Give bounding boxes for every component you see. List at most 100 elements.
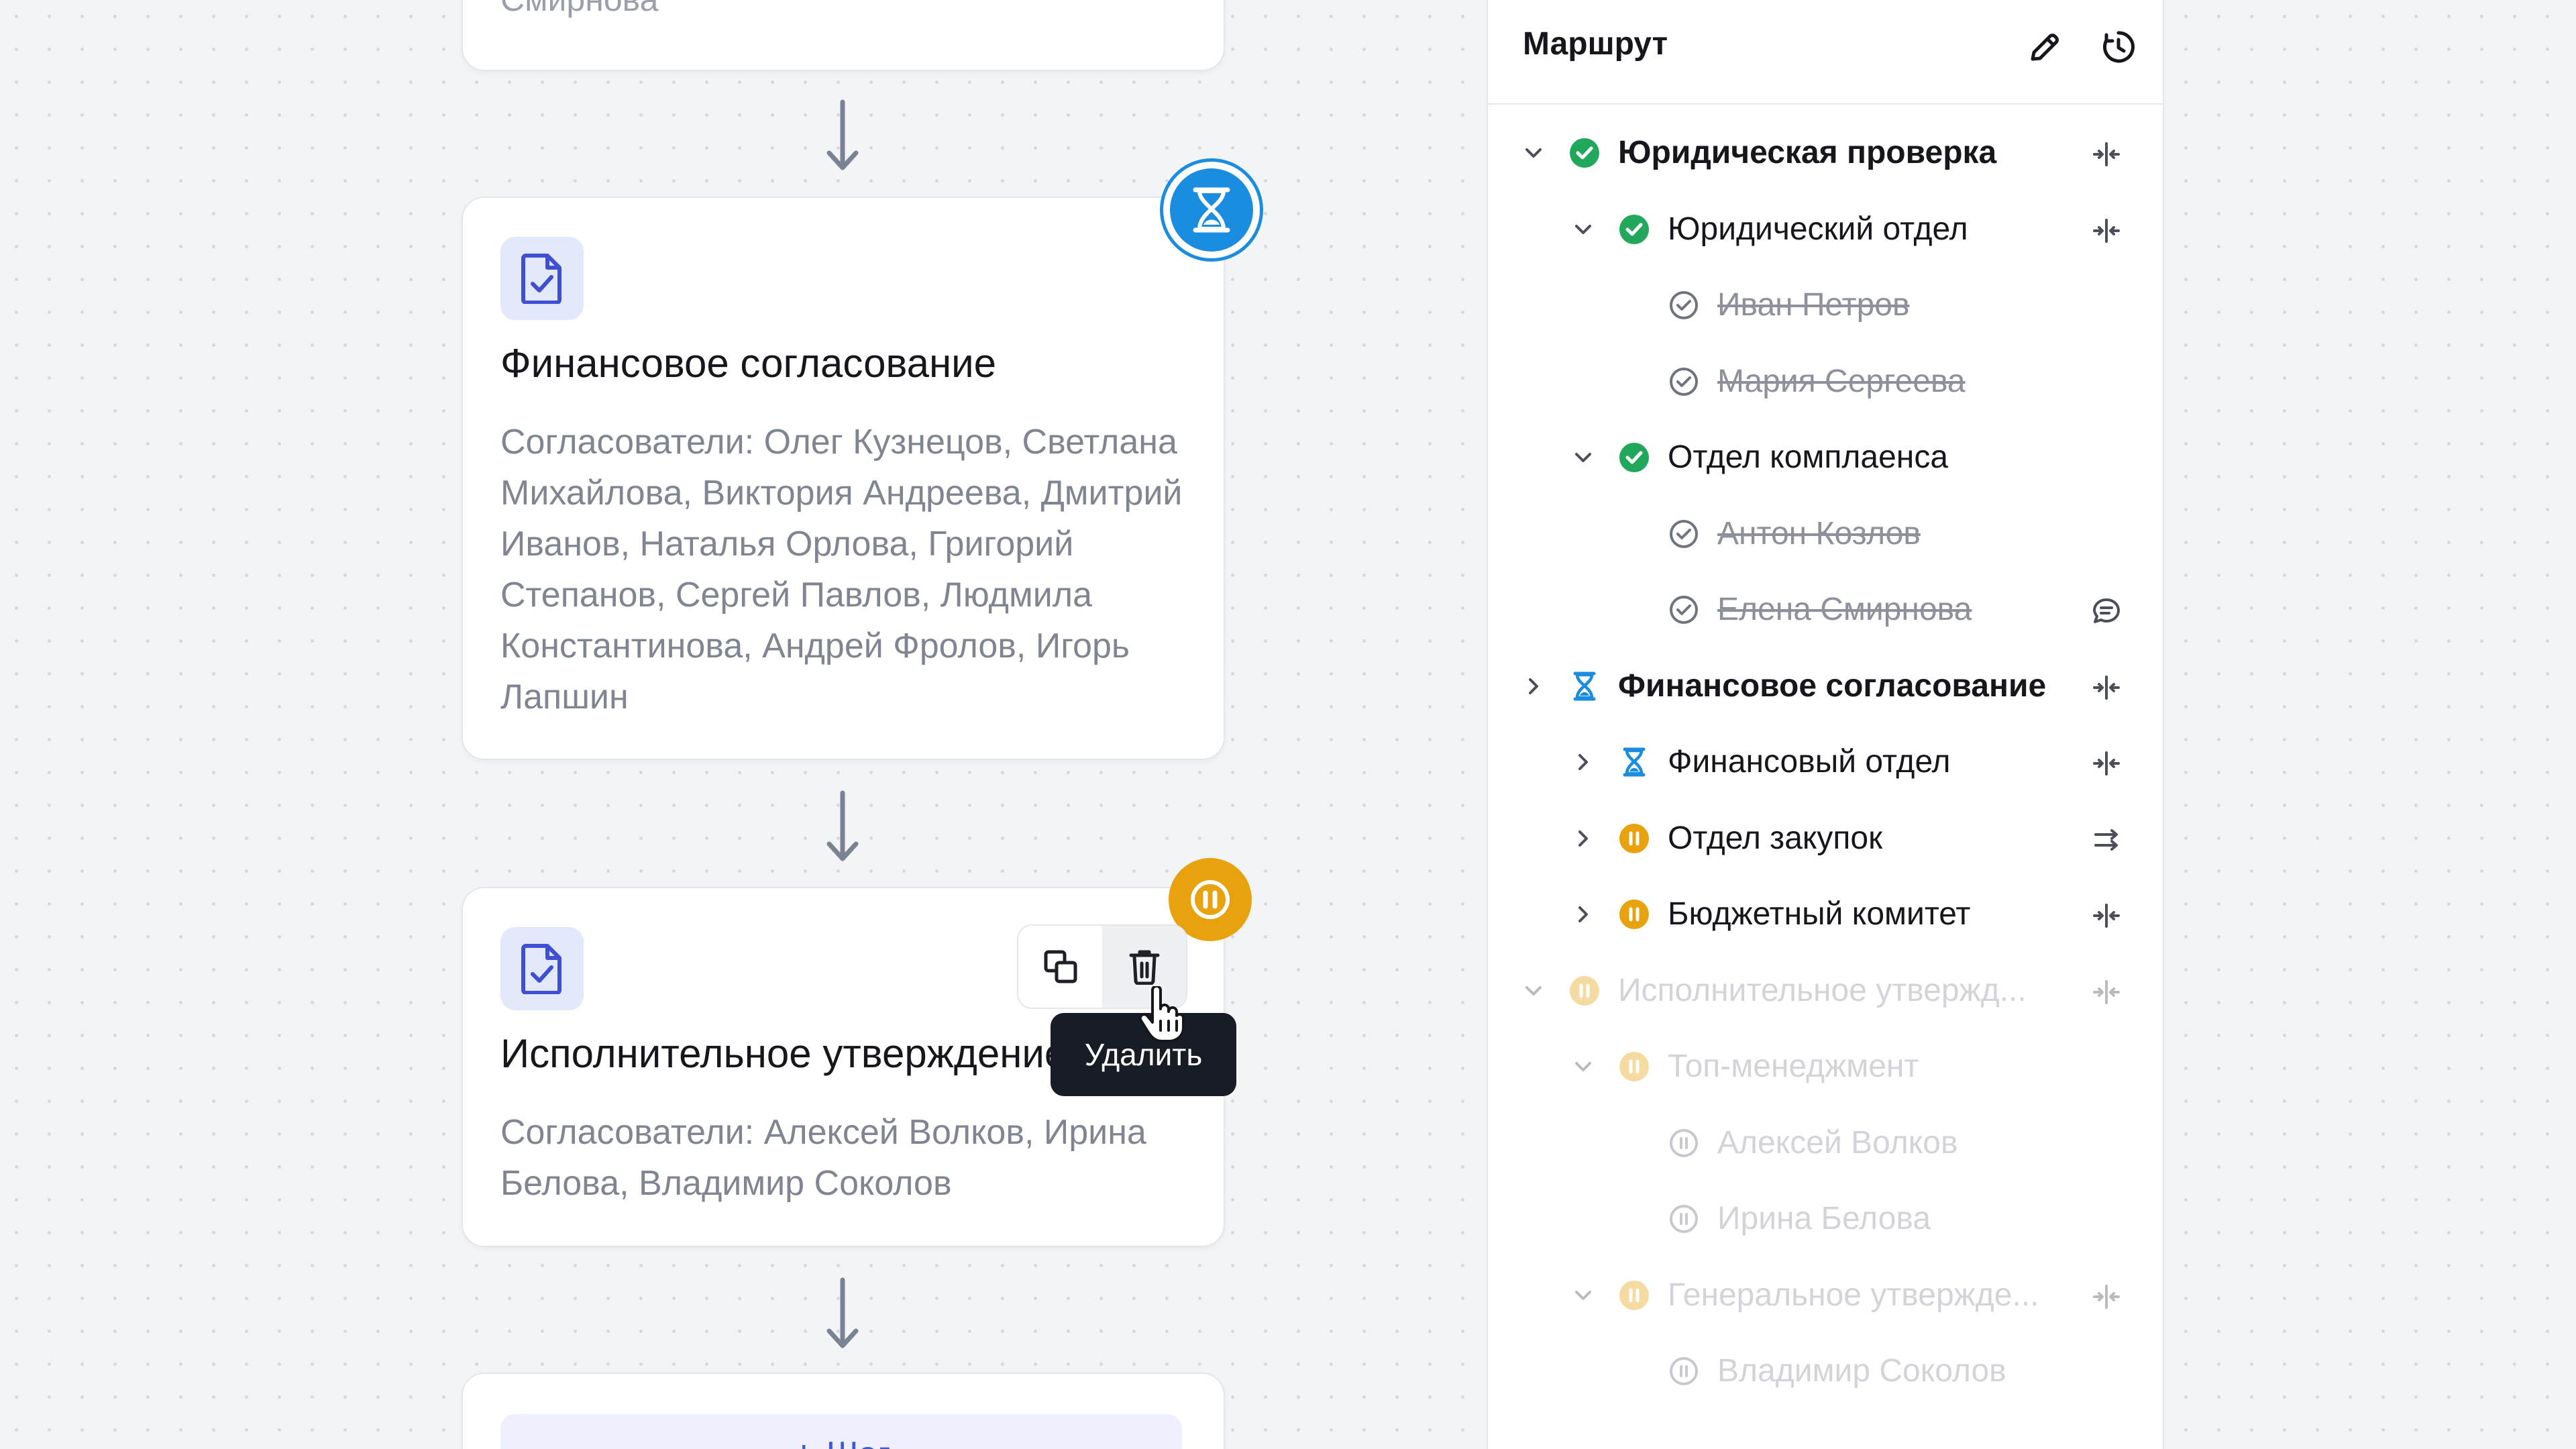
document-check-icon xyxy=(500,237,584,320)
pause-circle-icon xyxy=(1568,975,1601,1007)
chevron-down-icon[interactable] xyxy=(1570,444,1597,471)
route-tree-item-label: Отдел закупок xyxy=(1668,820,1883,856)
flow-arrow-icon xyxy=(826,1277,859,1348)
route-tree-item-label: Елена Смирнова xyxy=(1717,592,1972,627)
hourglass-icon xyxy=(1618,746,1650,778)
split-icon[interactable] xyxy=(2092,140,2121,169)
check-outline-icon xyxy=(1668,366,1700,398)
history-icon xyxy=(2102,31,2135,63)
route-tree-item[interactable]: Топ-менеджмент xyxy=(1488,1033,2163,1100)
route-panel: Маршрут Юридическая проверка Юридический … xyxy=(1487,0,2164,1449)
flow-arrow-icon xyxy=(826,790,859,861)
route-tree-item-label: Владимир Соколов xyxy=(1717,1353,2006,1389)
route-tree-item[interactable]: Юридическая проверка xyxy=(1488,119,2163,186)
chevron-right-icon[interactable] xyxy=(1520,673,1547,700)
document-check-icon xyxy=(500,927,584,1010)
route-tree-item[interactable]: Отдел закупок xyxy=(1488,805,2163,872)
hourglass-icon xyxy=(1170,168,1253,252)
trash-icon xyxy=(1129,950,1159,985)
check-circle-icon xyxy=(1618,441,1650,474)
split-icon[interactable] xyxy=(2092,216,2121,246)
history-button[interactable] xyxy=(2094,23,2143,71)
route-tree-item-label: Юридический отдел xyxy=(1668,211,1968,247)
approval-step-card-finance[interactable]: Финансовое согласование Согласователи: О… xyxy=(462,197,1225,760)
route-tree-item[interactable]: Финансовый отдел xyxy=(1488,729,2163,796)
pause-circle-icon xyxy=(1618,898,1650,930)
check-outline-icon xyxy=(1668,594,1700,626)
route-tree-item[interactable]: Финансовое согласование xyxy=(1488,653,2163,720)
pencil-icon xyxy=(2031,34,2059,61)
card-approvers: Согласователи: Олег Кузнецов, Светлана М… xyxy=(500,423,1183,716)
pause-circle-icon xyxy=(1618,1279,1650,1311)
check-circle-icon xyxy=(1568,137,1601,169)
route-tree-item[interactable]: Владимир Соколов xyxy=(1488,1338,2163,1405)
split-icon[interactable] xyxy=(2092,1282,2121,1311)
chevron-right-icon[interactable] xyxy=(1570,901,1597,928)
route-tree-item-label: Мария Сергеева xyxy=(1717,363,1966,399)
route-tree-item[interactable]: Отдел комплаенса xyxy=(1488,424,2163,491)
route-tree-item[interactable]: Антон Козлов xyxy=(1488,500,2163,568)
chevron-down-icon[interactable] xyxy=(1570,216,1597,243)
route-tree-item-label: Антон Козлов xyxy=(1717,515,1921,551)
pause-outline-icon xyxy=(1668,1127,1700,1159)
route-tree-item[interactable]: Мария Сергеева xyxy=(1488,348,2163,415)
card-approvers: Согласователи: Алексей Волков, Ирина Бел… xyxy=(500,1113,1146,1203)
split-icon[interactable] xyxy=(2092,749,2121,778)
hourglass-icon xyxy=(1568,670,1601,702)
split-icon[interactable] xyxy=(2092,977,2121,1007)
check-outline-icon xyxy=(1668,289,1700,321)
route-tree-item[interactable]: Ирина Белова xyxy=(1488,1185,2163,1252)
panel-header: Маршрут xyxy=(1488,0,2163,105)
check-circle-icon xyxy=(1618,213,1650,246)
route-tree-item[interactable]: Елена Смирнова xyxy=(1488,576,2163,643)
add-step-label: Шаг xyxy=(826,1434,891,1449)
chevron-down-icon[interactable] xyxy=(1570,1053,1597,1080)
split-icon[interactable] xyxy=(2092,673,2121,702)
chevron-down-icon[interactable] xyxy=(1520,140,1547,166)
card-title: Исполнительное утверждение xyxy=(500,1031,1053,1076)
edit-route-button[interactable] xyxy=(2021,23,2069,71)
route-tree-item-label: Генеральное утвержде... xyxy=(1668,1277,2039,1313)
route-tree-item-label: Ирина Белова xyxy=(1717,1201,1931,1236)
route-tree-item-label: Финансовый отдел xyxy=(1668,744,1951,780)
pause-circle-icon xyxy=(1618,1051,1650,1083)
copy-icon xyxy=(1044,950,1077,983)
route-tree-item[interactable]: Иван Петров xyxy=(1488,272,2163,339)
route-tree-item-label: Финансовое согласование xyxy=(1618,667,2047,704)
route-tree-item-label: Исполнительное утвержд... xyxy=(1618,972,2027,1008)
route-tree-item-label: Юридическая проверка xyxy=(1618,135,1997,170)
approver-card-previous[interactable]: Смирнова xyxy=(462,0,1225,71)
status-badge-waiting xyxy=(1160,158,1263,262)
route-tree-item-label: Иван Петров xyxy=(1717,287,1910,323)
route-tree-item-label: Топ-менеджмент xyxy=(1668,1049,1919,1084)
hand-cursor-icon xyxy=(1138,986,1185,1042)
route-tree-item[interactable]: Юридический отдел xyxy=(1488,196,2163,263)
pause-circle-icon xyxy=(1618,822,1650,855)
sequence-icon[interactable] xyxy=(2092,825,2121,855)
add-step-card: + Шаг xyxy=(462,1373,1225,1449)
route-tree-item[interactable]: Исполнительное утвержд... xyxy=(1488,957,2163,1024)
chevron-down-icon[interactable] xyxy=(1520,977,1547,1004)
chevron-right-icon[interactable] xyxy=(1570,825,1597,852)
panel-title: Маршрут xyxy=(1523,26,1668,62)
flow-arrow-icon xyxy=(826,99,859,170)
chevron-right-icon[interactable] xyxy=(1570,749,1597,775)
route-tree-item[interactable]: Генеральное утвержде... xyxy=(1488,1262,2163,1329)
plus-icon: + xyxy=(792,1432,816,1449)
duplicate-button[interactable] xyxy=(1018,926,1102,1008)
pause-outline-icon xyxy=(1668,1355,1700,1387)
card-title: Финансовое согласование xyxy=(500,341,997,386)
pause-outline-icon xyxy=(1668,1203,1700,1235)
comment-icon[interactable] xyxy=(2092,596,2121,626)
check-outline-icon xyxy=(1668,518,1700,550)
route-tree-item-label: Алексей Волков xyxy=(1717,1124,1958,1161)
add-step-button[interactable]: + Шаг xyxy=(500,1414,1182,1449)
route-tree-item-label: Бюджетный комитет xyxy=(1668,896,1971,932)
route-tree-item[interactable]: Бюджетный комитет xyxy=(1488,881,2163,948)
card-description-tail: Смирнова xyxy=(500,0,658,19)
split-icon[interactable] xyxy=(2092,901,2121,930)
pause-icon xyxy=(1191,880,1230,919)
route-tree-item-label: Отдел комплаенса xyxy=(1668,439,1949,475)
route-tree-item[interactable]: Алексей Волков xyxy=(1488,1110,2163,1177)
chevron-down-icon[interactable] xyxy=(1570,1282,1597,1309)
